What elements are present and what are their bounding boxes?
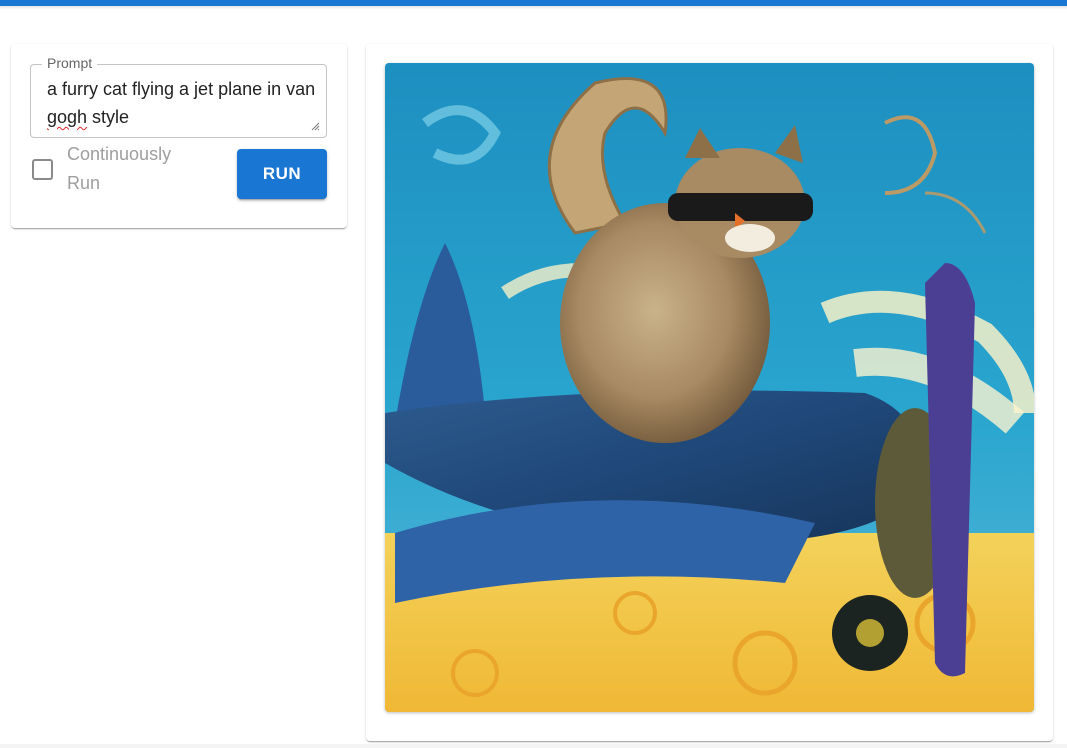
prompt-text-misspelled: gogh <box>47 107 88 127</box>
prompt-text-1: a furry cat flying a jet plane in van <box>47 79 321 99</box>
prompt-input[interactable]: a furry cat flying a jet plane in van go… <box>47 75 317 131</box>
prompt-field[interactable]: Prompt a furry cat flying a jet plane in… <box>30 55 327 138</box>
cat-plane-painting-icon <box>385 63 1034 712</box>
app-bar-shadow <box>0 6 1067 10</box>
generated-image <box>385 63 1034 712</box>
continuously-run-checkbox[interactable] <box>32 159 53 180</box>
controls-card: Prompt a furry cat flying a jet plane in… <box>11 44 347 228</box>
prompt-text-2: style <box>87 107 130 127</box>
prompt-label: Prompt <box>42 55 98 71</box>
continuously-run-label: Continuously Run <box>67 144 172 193</box>
output-card <box>366 44 1053 741</box>
page-bottom-divider <box>0 744 1067 748</box>
run-button[interactable]: RUN <box>237 149 327 199</box>
resize-handle-icon[interactable] <box>310 121 320 131</box>
